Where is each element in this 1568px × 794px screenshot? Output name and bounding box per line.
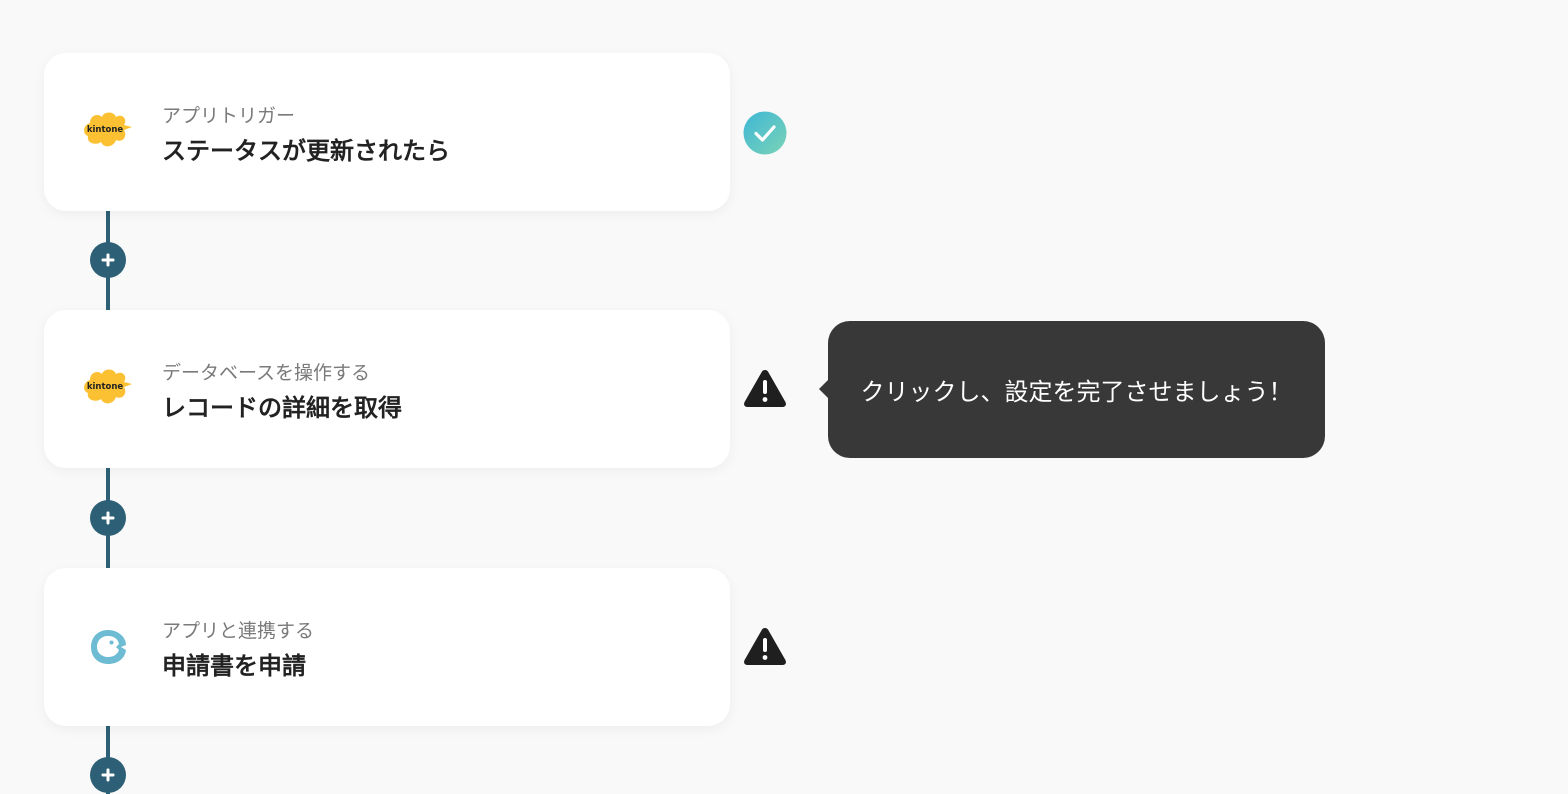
step-title: ステータスが更新されたら: [162, 137, 450, 165]
step-title: レコードの詳細を取得: [162, 394, 402, 422]
flow-canvas: kintone アプリトリガー ステータスが更新されたら kintone データ…: [0, 0, 1568, 794]
plus-icon: [101, 768, 115, 782]
warning-icon: [744, 628, 786, 665]
plus-icon: [101, 253, 115, 267]
step-type-label: アプリと連携する: [162, 620, 315, 642]
add-step-button[interactable]: [90, 757, 126, 793]
add-step-button[interactable]: [90, 242, 126, 278]
step-type-label: データベースを操作する: [162, 362, 371, 384]
svg-text:kintone: kintone: [87, 125, 124, 135]
tooltip-text: クリックし、設定を完了させましょう！: [860, 378, 1293, 406]
flow-step-card-app[interactable]: アプリと連携する 申請書を申請: [44, 568, 730, 726]
check-circle-icon: [743, 111, 787, 155]
step-type-label: アプリトリガー: [162, 105, 296, 127]
kintone-logo-icon: kintone: [80, 104, 136, 160]
setup-hint-tooltip: クリックし、設定を完了させましょう！: [819, 321, 1325, 458]
step-title: 申請書を申請: [162, 652, 306, 680]
add-step-button[interactable]: [90, 500, 126, 536]
kintone-logo-icon: kintone: [80, 361, 136, 417]
warning-icon: [744, 370, 786, 407]
flow-step-card-trigger[interactable]: kintone アプリトリガー ステータスが更新されたら: [44, 53, 730, 211]
svg-text:kintone: kintone: [87, 382, 124, 392]
tooltip-arrow: [819, 379, 829, 399]
plus-icon: [101, 511, 115, 525]
flow-step-card-database[interactable]: kintone データベースを操作する レコードの詳細を取得: [44, 310, 730, 468]
app-logo-icon: [80, 619, 136, 675]
